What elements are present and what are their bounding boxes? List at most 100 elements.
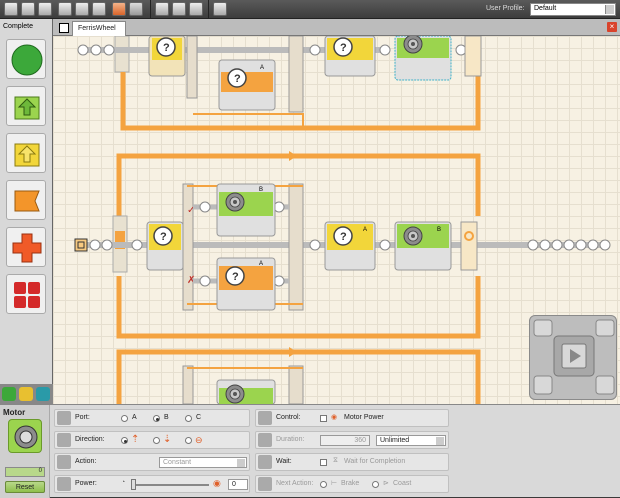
port-indicator: 0 xyxy=(5,467,45,477)
coast-icon: ⊳ xyxy=(383,480,389,487)
brake-radio[interactable] xyxy=(320,481,327,488)
download-icon[interactable] xyxy=(534,376,552,394)
port-a-radio[interactable] xyxy=(121,415,128,422)
properties-panel: Motor 0 Reset Port: A B C Direction: ⇡ ⇣… xyxy=(0,404,620,498)
palette-start-block[interactable] xyxy=(6,39,46,79)
tab-ferriswheel[interactable]: FerrisWheel xyxy=(72,21,126,36)
port-b-radio[interactable] xyxy=(153,415,160,422)
port-b-label: B xyxy=(164,414,169,421)
next-action-row: Next Action: ⊢ Brake ⊳ Coast xyxy=(255,475,449,493)
motor-block-a-lower[interactable]: A xyxy=(216,257,276,311)
wait-row: Wait: ⧖ Wait for Completion xyxy=(255,453,449,471)
palette-flow-block[interactable] xyxy=(6,180,46,220)
tab-label: FerrisWheel xyxy=(78,25,116,32)
direction-forward-radio[interactable] xyxy=(121,437,128,444)
palette-action-block[interactable] xyxy=(6,86,46,126)
palette-data-block[interactable] xyxy=(6,227,46,267)
power-slider[interactable] xyxy=(133,484,209,486)
brake-icon: ⊢ xyxy=(331,480,338,487)
program-canvas[interactable]: ? A xyxy=(53,36,620,404)
motor-block-b-upper[interactable]: B xyxy=(216,183,276,237)
nxt-window-icon[interactable] xyxy=(596,320,614,336)
power-row: Power: ◔ ◉ 0 xyxy=(54,475,250,493)
slow-icon: ◔ xyxy=(121,479,126,486)
motor-port-letter: A xyxy=(259,261,263,267)
palette-advanced-block[interactable] xyxy=(6,274,46,314)
user-profile-value: Default xyxy=(534,5,557,12)
save-icon[interactable] xyxy=(38,2,52,16)
pointer-tool-icon[interactable] xyxy=(155,2,169,16)
motor-block-b-middle[interactable]: B xyxy=(394,221,452,271)
motor-power-icon: ◉ xyxy=(331,414,338,421)
rotation-block-middle[interactable]: A xyxy=(324,221,376,271)
wait-for-completion-checkbox[interactable] xyxy=(320,459,327,466)
direction-row: Direction: ⇡ ⇣ ⊖ xyxy=(54,431,250,449)
power-slider-thumb[interactable] xyxy=(131,479,136,490)
pan-tool-icon[interactable] xyxy=(172,2,186,16)
close-icon[interactable]: × xyxy=(607,22,617,32)
cut-icon[interactable] xyxy=(58,2,72,16)
coast-radio[interactable] xyxy=(372,481,379,488)
main-toolbar: User Profile: Default xyxy=(0,0,620,19)
power-icon xyxy=(57,477,71,491)
power-input[interactable]: 0 xyxy=(228,479,248,490)
paste-icon[interactable] xyxy=(92,2,106,16)
copy-icon[interactable] xyxy=(75,2,89,16)
nxt-controller xyxy=(529,315,617,400)
control-label: Control: xyxy=(276,414,301,421)
arrow-down-icon: ⇣ xyxy=(163,434,172,445)
direction-label: Direction: xyxy=(75,436,105,443)
wait-label: Wait: xyxy=(276,458,292,465)
fast-icon: ◉ xyxy=(213,478,221,488)
open-file-icon[interactable] xyxy=(21,2,35,16)
stop-icon[interactable] xyxy=(596,376,614,394)
complete-palette-tab-icon[interactable] xyxy=(19,387,33,401)
motor-power-checkbox[interactable] xyxy=(320,415,327,422)
motor-power-label: Motor Power xyxy=(344,414,384,421)
palette-title: Complete xyxy=(3,23,33,30)
new-file-icon[interactable] xyxy=(4,2,18,16)
loop-bottom xyxy=(116,347,481,404)
block-palette: Complete xyxy=(0,19,53,404)
download-run-icon[interactable] xyxy=(534,320,552,336)
custom-palette-icon[interactable] xyxy=(213,2,227,16)
stop-icon: ⊖ xyxy=(195,435,203,445)
port-a-label: A xyxy=(132,414,137,421)
motor-port-letter: A xyxy=(363,227,367,233)
comment-tool-icon[interactable] xyxy=(189,2,203,16)
duration-row: Duration: 360 Unlimited xyxy=(255,431,449,449)
direction-stop-radio[interactable] xyxy=(185,437,192,444)
motor-port-letter: B xyxy=(437,227,441,233)
chevron-down-icon xyxy=(605,5,614,14)
duration-unit-select[interactable]: Unlimited xyxy=(376,435,446,446)
direction-backward-radio[interactable] xyxy=(153,437,160,444)
run-play-icon[interactable] xyxy=(562,344,586,368)
motor-port-letter: A xyxy=(260,65,264,71)
program-tab-bar: FerrisWheel × xyxy=(53,19,620,36)
palette-sensor-block[interactable] xyxy=(6,133,46,173)
action-value: Constant xyxy=(163,459,192,466)
reset-button[interactable]: Reset xyxy=(5,481,45,493)
port-row: Port: A B C xyxy=(54,409,250,427)
port-c-radio[interactable] xyxy=(185,415,192,422)
motor-gear-icon xyxy=(8,419,42,453)
brake-label: Brake xyxy=(341,480,360,487)
redo-icon[interactable] xyxy=(129,2,143,16)
home-icon[interactable] xyxy=(59,23,69,33)
chevron-down-icon xyxy=(436,437,444,445)
duration-label: Duration: xyxy=(276,436,305,443)
chevron-down-icon xyxy=(237,459,245,467)
next-action-label: Next Action: xyxy=(276,480,314,487)
action-row: Action: Constant xyxy=(54,453,250,471)
power-label: Power: xyxy=(75,480,97,487)
duration-icon xyxy=(258,433,272,447)
user-profile-select[interactable]: Default xyxy=(530,3,616,16)
undo-icon[interactable] xyxy=(112,2,126,16)
custom-palette-tab-icon[interactable] xyxy=(36,387,50,401)
action-select[interactable]: Constant xyxy=(159,457,247,468)
wait-icon-small: ⧖ xyxy=(333,457,338,464)
common-palette-tab-icon[interactable] xyxy=(2,387,16,401)
duration-input[interactable]: 360 xyxy=(320,435,370,446)
action-icon xyxy=(57,455,71,469)
arrow-up-icon: ⇡ xyxy=(131,434,140,445)
